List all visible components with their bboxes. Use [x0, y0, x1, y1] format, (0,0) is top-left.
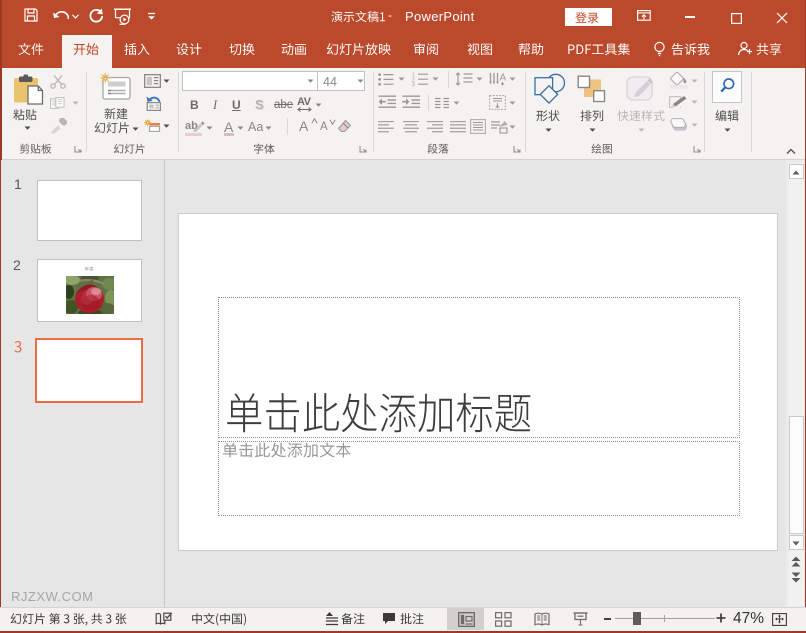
svg-text:A: A: [500, 73, 507, 84]
svg-text:3: 3: [412, 82, 415, 86]
